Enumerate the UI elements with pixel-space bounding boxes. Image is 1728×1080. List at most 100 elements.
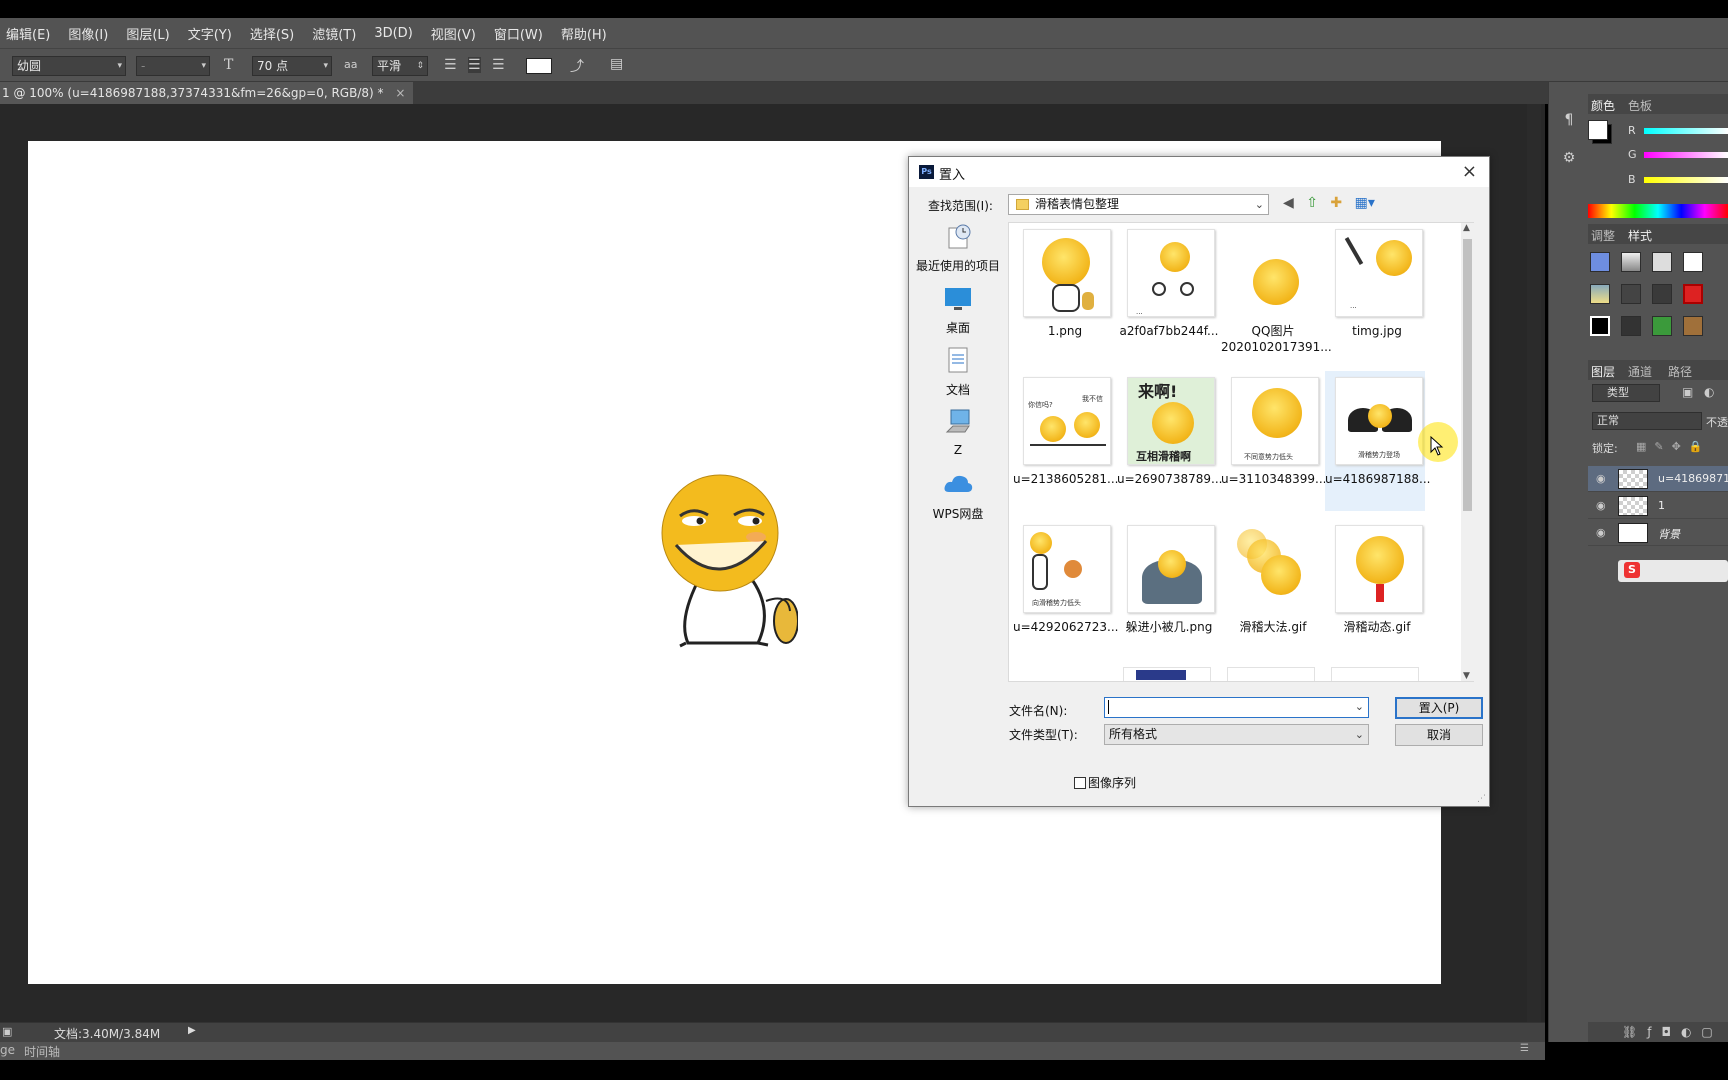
adjustment-filter-icon[interactable]: ◐ — [1704, 385, 1714, 399]
canvas-vertical-scrollbar[interactable] — [1527, 104, 1541, 1024]
back-icon[interactable]: ◀ — [1283, 195, 1294, 211]
blend-mode-select[interactable]: 正常 — [1592, 412, 1702, 430]
file-item[interactable]: ... timg.jpg — [1325, 223, 1425, 363]
text-color-swatch[interactable] — [526, 58, 552, 74]
channel-r-slider[interactable] — [1644, 128, 1728, 134]
history-icon[interactable]: ¶ — [1557, 108, 1581, 132]
place-recent[interactable]: 最近使用的项目 — [913, 222, 1003, 274]
style-swatch[interactable] — [1590, 252, 1610, 272]
place-computer[interactable]: Z — [913, 408, 1003, 457]
menu-select[interactable]: 选择(S) — [250, 24, 294, 43]
align-right-icon[interactable]: ☰ — [492, 57, 505, 73]
eye-icon[interactable]: ◉ — [1596, 472, 1606, 485]
channel-g-slider[interactable] — [1644, 152, 1728, 158]
menu-image[interactable]: 图像(I) — [68, 24, 108, 43]
place-desktop[interactable]: 桌面 — [913, 284, 1003, 336]
align-left-icon[interactable]: ☰ — [444, 57, 457, 73]
ime-toolbar[interactable]: S — [1618, 560, 1728, 582]
file-list-scrollbar[interactable]: ▲ ▼ — [1461, 223, 1474, 681]
tab-channels[interactable]: 通道 — [1628, 363, 1652, 380]
style-swatch[interactable] — [1652, 252, 1672, 272]
style-swatch[interactable] — [1621, 284, 1641, 304]
menu-layer[interactable]: 图层(L) — [126, 24, 169, 43]
chevron-down-icon[interactable]: ⌄ — [1355, 700, 1364, 713]
new-folder-icon[interactable]: ✚ — [1330, 195, 1342, 211]
place-wps-cloud[interactable]: WPS网盘 — [913, 470, 1003, 522]
file-item[interactable]: 滑稽动态.gif — [1325, 519, 1425, 659]
file-item[interactable]: 躲进小被几.png — [1117, 519, 1217, 659]
menu-filter[interactable]: 滤镜(T) — [312, 24, 356, 43]
close-icon[interactable]: × — [1462, 161, 1477, 182]
style-swatch[interactable] — [1621, 316, 1641, 336]
tab-swatches[interactable]: 色板 — [1628, 97, 1652, 114]
scroll-up-icon[interactable]: ▲ — [1463, 223, 1470, 233]
color-spectrum-bar[interactable] — [1588, 204, 1728, 218]
file-item[interactable]: 不同意势力低头 u=3110348399... — [1221, 371, 1326, 511]
layer-row[interactable]: ◉ 背景 — [1588, 520, 1728, 546]
menu-type[interactable]: 文字(Y) — [188, 24, 232, 43]
style-swatch[interactable] — [1590, 284, 1610, 304]
menu-3d[interactable]: 3D(D) — [374, 26, 412, 41]
font-size-select[interactable]: 70 点 ▾ — [252, 56, 332, 76]
style-swatch[interactable] — [1652, 284, 1672, 304]
tab-styles[interactable]: 样式 — [1628, 227, 1652, 244]
layer-row[interactable]: ◉ 1 — [1588, 493, 1728, 519]
eye-icon[interactable]: ◉ — [1596, 499, 1606, 512]
character-panel-icon[interactable]: ▤ — [610, 56, 623, 72]
menu-edit[interactable]: 编辑(E) — [6, 24, 50, 43]
file-item[interactable]: 滑稽大法.gif — [1221, 519, 1321, 659]
file-list[interactable]: 1.png ... a2f0af7bb244f... QQ图片 20201020… — [1008, 222, 1474, 682]
style-swatch[interactable] — [1683, 284, 1703, 304]
scroll-down-icon[interactable]: ▼ — [1463, 671, 1470, 681]
lock-icons[interactable]: ▦✎✥🔒 — [1636, 440, 1711, 453]
style-swatch[interactable] — [1590, 316, 1610, 336]
close-icon[interactable]: × — [395, 86, 405, 100]
menu-help[interactable]: 帮助(H) — [561, 24, 607, 43]
properties-icon[interactable]: ⚙ — [1557, 146, 1581, 170]
foreground-color-swatch[interactable] — [1588, 120, 1608, 140]
style-swatch[interactable] — [1683, 252, 1703, 272]
file-item[interactable]: ... a2f0af7bb244f... — [1117, 223, 1219, 363]
style-swatch[interactable] — [1621, 252, 1641, 272]
file-type-select[interactable]: 所有格式 ⌄ — [1104, 724, 1369, 745]
panel-menu-icon[interactable]: ☰ — [1520, 1043, 1529, 1054]
checkbox-box[interactable] — [1074, 777, 1086, 789]
font-family-select[interactable]: 幼圆 ▾ — [12, 56, 126, 76]
place-documents[interactable]: 文档 — [913, 346, 1003, 398]
image-filter-icon[interactable]: ▣ — [1682, 385, 1693, 399]
file-name-input[interactable]: ⌄ — [1104, 697, 1369, 718]
file-item[interactable]: 你信吗? 我不信 u=2138605281... — [1013, 371, 1118, 511]
channel-b-slider[interactable] — [1644, 177, 1728, 183]
timeline-tab[interactable]: 时间轴 — [24, 1043, 60, 1060]
place-button[interactable]: 置入(P) — [1395, 697, 1483, 719]
scroll-thumb[interactable] — [1463, 239, 1472, 511]
resize-grip-icon[interactable]: ⋰ — [1477, 794, 1486, 804]
look-in-select[interactable]: 滑稽表情包整理 ⌄ — [1008, 194, 1269, 215]
play-icon[interactable]: ▶ — [188, 1025, 196, 1036]
document-tab[interactable]: 1 @ 100% (u=4186987188,37374331&fm=26&gp… — [0, 82, 414, 104]
align-center-icon[interactable]: ☰ — [468, 57, 481, 73]
image-sequence-checkbox[interactable]: 图像序列 — [1074, 774, 1136, 791]
tab-adjustments[interactable]: 调整 — [1591, 227, 1615, 244]
tab-color[interactable]: 颜色 — [1591, 97, 1615, 114]
layers-footer-icons[interactable]: ⛓ƒ◘◐▢ — [1588, 1022, 1728, 1042]
file-item[interactable]: 来啊! 互相滑稽啊 u=2690738789... — [1117, 371, 1222, 511]
file-item[interactable]: 1.png — [1013, 223, 1113, 363]
file-item[interactable]: 向滑稽势力低头 u=4292062723... — [1013, 519, 1118, 659]
antialias-select[interactable]: 平滑 ⇕ — [372, 56, 428, 76]
tab-layers[interactable]: 图层 — [1591, 363, 1615, 380]
tab-paths[interactable]: 路径 — [1668, 363, 1692, 380]
layer-kind-filter[interactable]: 类型 — [1592, 384, 1660, 402]
style-swatch[interactable] — [1652, 316, 1672, 336]
eye-icon[interactable]: ◉ — [1596, 526, 1606, 539]
up-folder-icon[interactable]: ⇧ — [1306, 195, 1318, 211]
view-menu-icon[interactable]: ▦▾ — [1355, 195, 1375, 211]
file-item-selected[interactable]: 滑稽势力登场 u=4186987188... — [1325, 371, 1430, 511]
layer-row[interactable]: ◉ u=41869871 — [1588, 466, 1728, 492]
menu-view[interactable]: 视图(V) — [431, 24, 476, 43]
warp-text-icon[interactable]: ⤴ — [570, 56, 584, 76]
style-swatch[interactable] — [1683, 316, 1703, 336]
font-style-select[interactable]: - ▾ — [136, 56, 210, 76]
cancel-button[interactable]: 取消 — [1395, 724, 1483, 746]
menu-window[interactable]: 窗口(W) — [494, 24, 543, 43]
